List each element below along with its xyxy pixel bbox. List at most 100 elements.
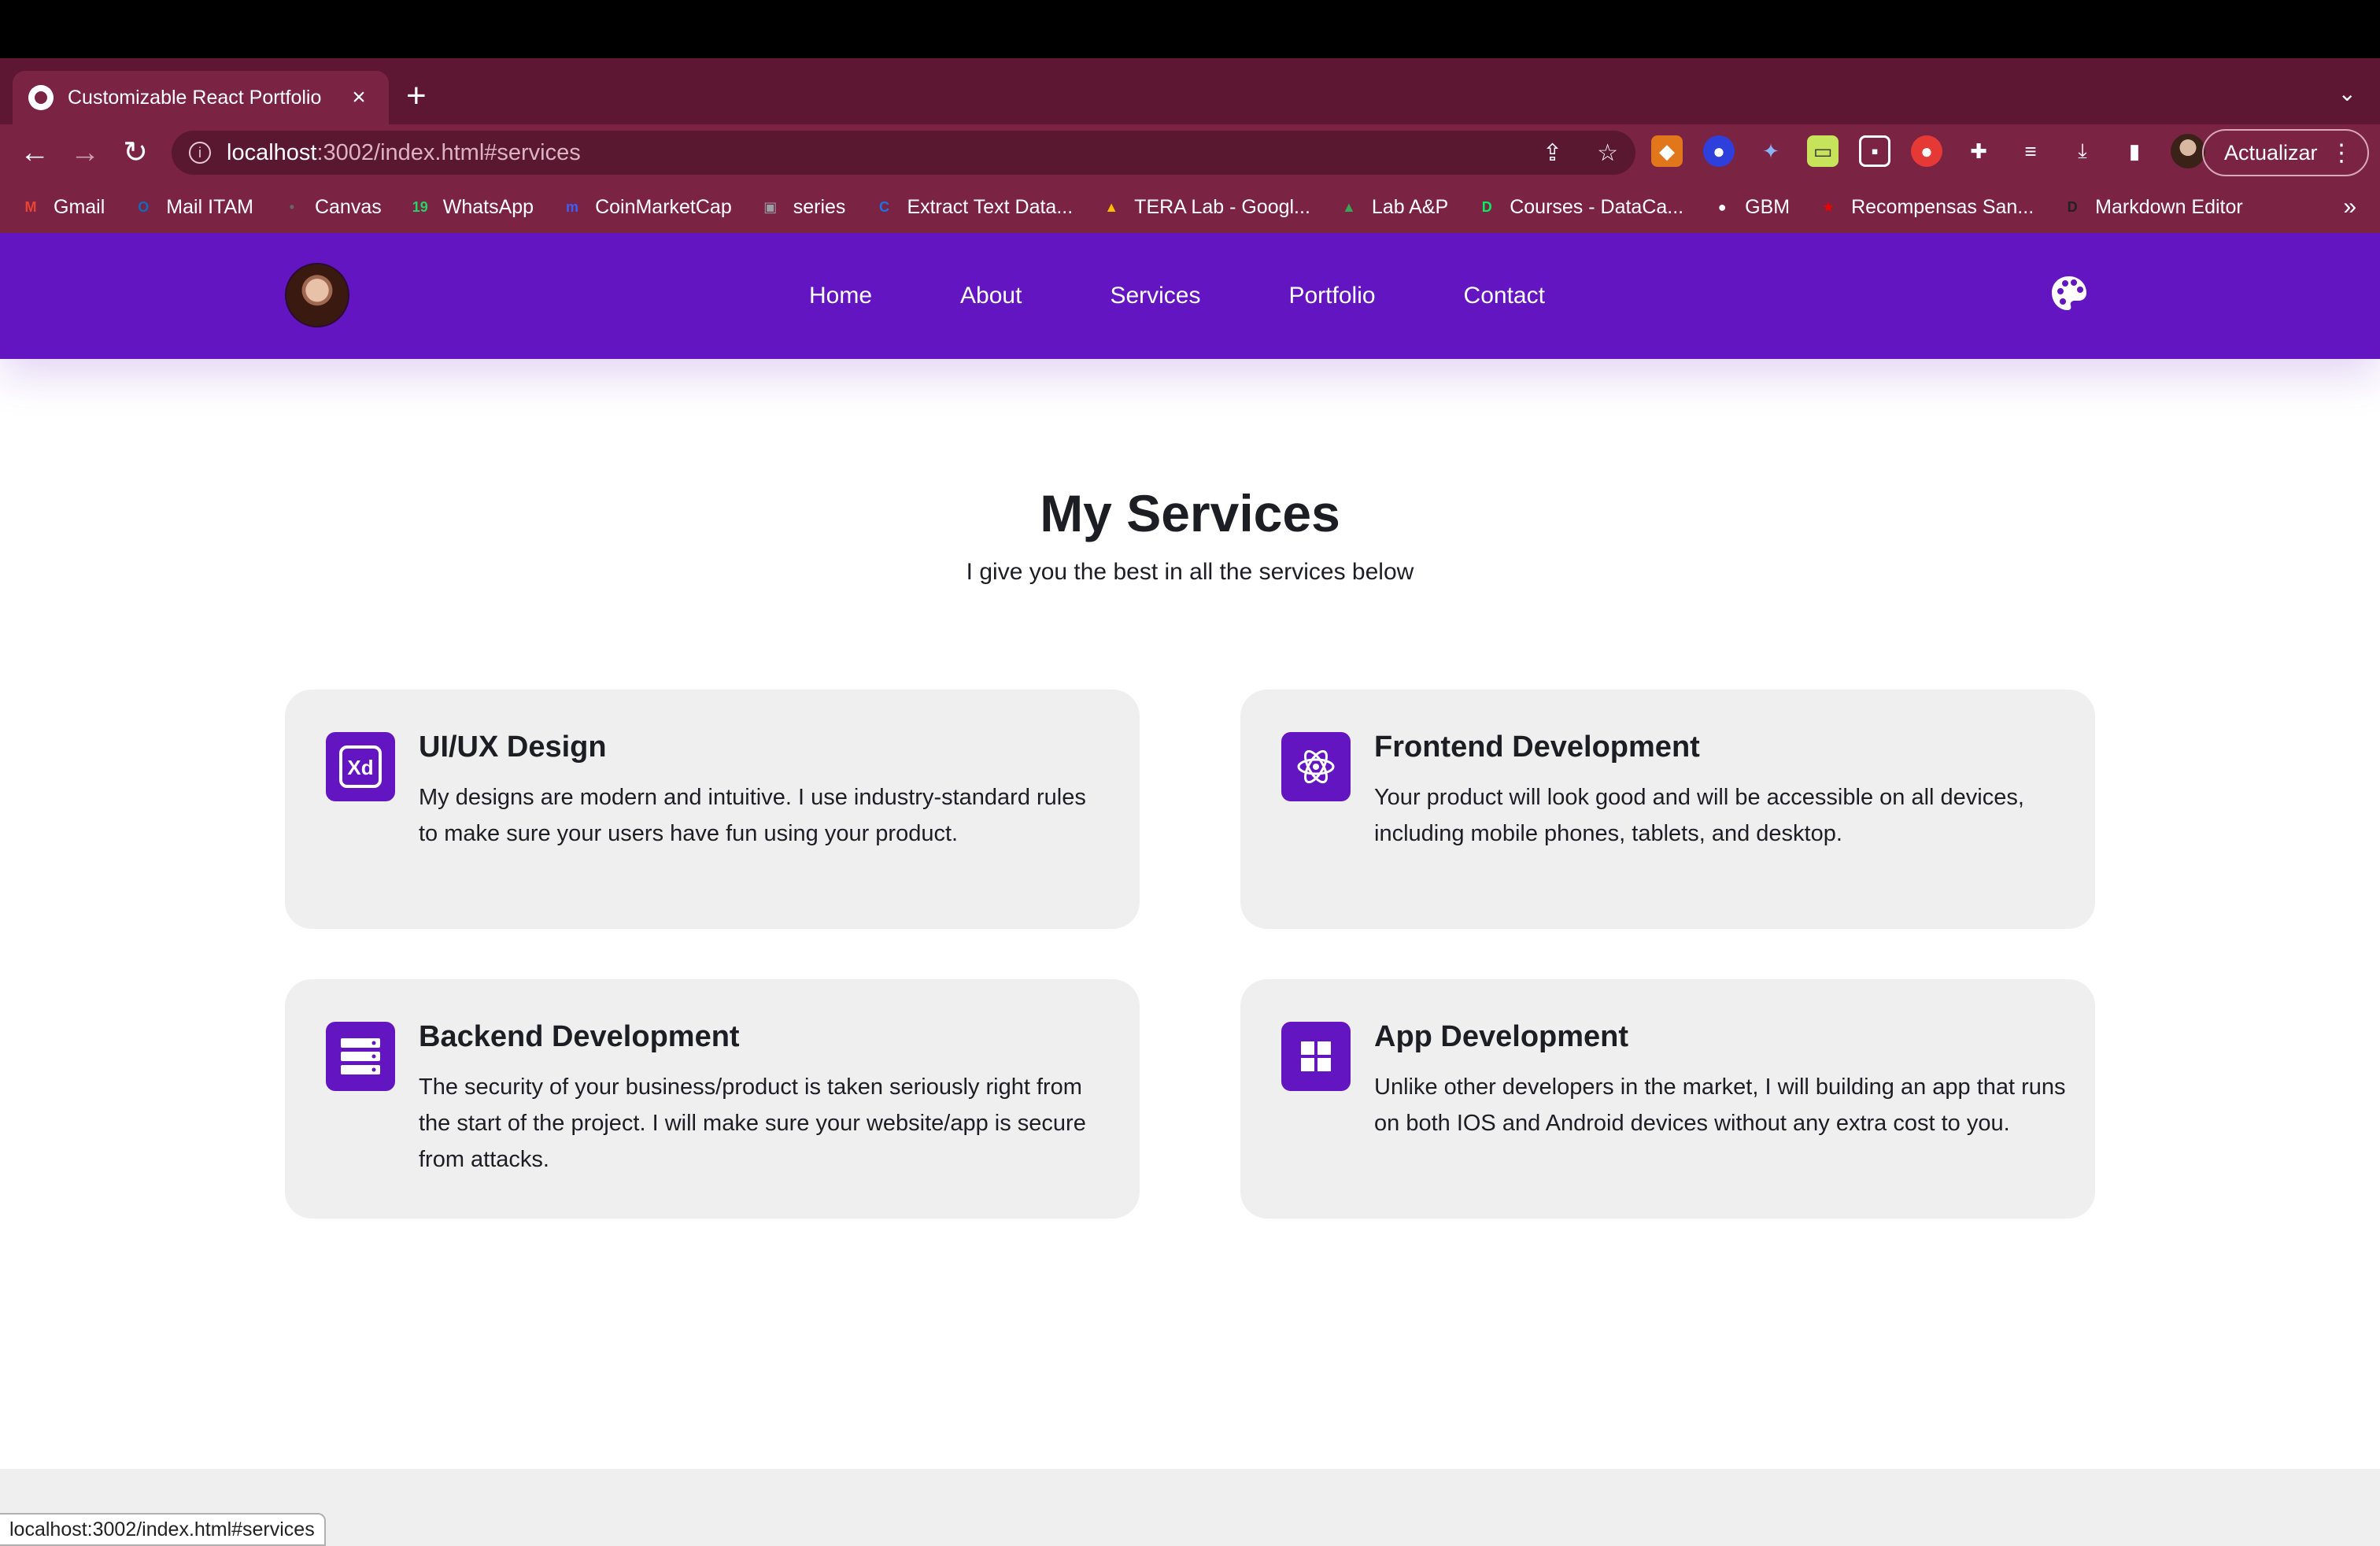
nav-portfolio[interactable]: Portfolio: [1288, 274, 1375, 318]
bookmark-label: TERA Lab - Googl...: [1134, 195, 1310, 218]
bookmark-favicon-icon: ▲: [1104, 199, 1119, 215]
tab-title: Customizable React Portfolio: [68, 86, 322, 109]
new-tab-button[interactable]: +: [406, 76, 427, 117]
bookmark-item[interactable]: D Courses - DataCa...: [1475, 195, 1683, 219]
extensions-area: ◆ ● ✦ ▭ ▪ ● ✚ ≡ ⤓ ▮: [1651, 134, 2205, 168]
theme-palette-icon[interactable]: [2049, 274, 2089, 313]
bookmark-favicon-icon: m: [566, 199, 579, 215]
svg-text:Xd: Xd: [347, 756, 373, 779]
service-description: The security of your business/product is…: [419, 1074, 1086, 1172]
more-menu-icon[interactable]: ⋮: [2330, 139, 2353, 167]
bookmark-label: Courses - DataCa...: [1510, 195, 1684, 218]
bookmark-item[interactable]: 19 WhatsApp: [408, 195, 534, 219]
service-card-backend: Backend Development The security of your…: [285, 979, 1140, 1219]
extension-red-icon[interactable]: ●: [1911, 135, 1942, 167]
bookmark-item[interactable]: ▲ Lab A&P: [1337, 195, 1448, 219]
bookmark-item[interactable]: O Mail ITAM: [131, 195, 253, 219]
profile-avatar[interactable]: [2171, 134, 2205, 168]
bookmark-label: CoinMarketCap: [595, 195, 732, 218]
service-description: My designs are modern and intuitive. I u…: [419, 785, 1086, 846]
apps-grid-icon: [1281, 1022, 1351, 1091]
bookmark-item[interactable]: m CoinMarketCap: [560, 195, 732, 219]
bookmark-label: series: [793, 195, 846, 218]
bookmark-label: Markdown Editor: [2095, 195, 2243, 218]
service-title: Frontend Development: [1374, 730, 1700, 764]
adobe-xd-icon: Xd: [326, 732, 395, 801]
bookmark-favicon-icon: D: [1481, 199, 1492, 215]
bookmark-favicon-icon: O: [138, 199, 150, 215]
services-subtitle: I give you the best in all the services …: [966, 559, 1414, 585]
bookmark-item[interactable]: ▲ TERA Lab - Googl...: [1099, 195, 1310, 219]
side-panel-icon[interactable]: ▮: [2119, 135, 2150, 167]
metamask-extension-icon[interactable]: ◆: [1651, 135, 1683, 167]
reload-icon[interactable]: ↻: [115, 132, 156, 173]
nav-contact[interactable]: Contact: [1464, 274, 1545, 318]
url-host: localhost: [227, 139, 317, 165]
bookmarks-overflow-button[interactable]: »: [2343, 194, 2356, 220]
bookmark-favicon-icon: ▣: [763, 199, 778, 215]
extension-blue-icon[interactable]: ●: [1703, 135, 1735, 167]
extension-chat-icon[interactable]: ▭: [1807, 135, 1839, 167]
bookmark-label: Recompensas San...: [1851, 195, 2034, 218]
link-status-bubble: localhost:3002/index.html#services: [0, 1513, 326, 1546]
bookmark-item[interactable]: ▣ series: [759, 195, 846, 219]
bookmark-item[interactable]: • Canvas: [280, 195, 382, 219]
download-icon[interactable]: ⤓: [2067, 135, 2098, 167]
bookmark-label: Lab A&P: [1371, 195, 1449, 218]
site-info-icon[interactable]: i: [189, 142, 211, 164]
site-navbar: Home About Services Portfolio Contact: [0, 233, 2380, 359]
bookmark-favicon-icon: C: [878, 199, 889, 215]
forward-arrow-icon[interactable]: →: [65, 132, 105, 173]
service-title: Backend Development: [419, 1020, 740, 1053]
url-path: :3002/index.html#services: [316, 139, 581, 165]
bookmark-item[interactable]: M Gmail: [19, 195, 105, 219]
puzzle-extensions-icon[interactable]: ✚: [1963, 135, 1994, 167]
bookmark-favicon-icon: M: [24, 199, 37, 215]
bookmark-item[interactable]: ● GBM: [1710, 195, 1790, 219]
media-queue-icon[interactable]: ≡: [2015, 135, 2046, 167]
address-bar[interactable]: i localhost :3002/index.html#services ⇪ …: [172, 131, 1635, 175]
service-card-frontend: Frontend Development Your product will l…: [1240, 690, 2095, 929]
tab-strip: Customizable React Portfolio × + ⌄: [0, 58, 2380, 124]
bookmark-label: Extract Text Data...: [907, 195, 1074, 218]
bookmark-favicon-icon: ●: [1717, 199, 1727, 215]
browser-toolbar: ← → ↻ i localhost :3002/index.html#servi…: [0, 124, 2380, 181]
update-label: Actualizar: [2224, 140, 2318, 165]
bookmark-favicon-icon: 19: [412, 199, 428, 215]
bookmark-label: Canvas: [314, 195, 382, 218]
screen-top-bar: [0, 0, 2380, 58]
bookmark-favicon-icon: D: [2067, 199, 2078, 215]
service-description: Unlike other developers in the market, I…: [1374, 1074, 2066, 1136]
service-description: Your product will look good and will be …: [1374, 785, 2024, 846]
services-title: My Services: [1040, 484, 1340, 542]
update-button[interactable]: Actualizar ⋮: [2202, 129, 2369, 176]
bookmarks-bar: M Gmail O Mail ITAM • Canvas 19 WhatsApp m CoinMa…: [0, 181, 2380, 233]
tab-close-button[interactable]: ×: [345, 84, 373, 111]
nav-about[interactable]: About: [960, 274, 1022, 318]
active-tab[interactable]: Customizable React Portfolio ×: [13, 71, 389, 124]
nav-services[interactable]: Services: [1110, 274, 1200, 318]
bookmark-favicon-icon: •: [289, 199, 295, 215]
globe-icon: [28, 85, 54, 110]
bookmark-item[interactable]: D Markdown Editor: [2060, 195, 2243, 219]
share-icon[interactable]: ⇪: [1543, 139, 1562, 167]
bookmark-star-icon[interactable]: ☆: [1597, 139, 1618, 167]
webpage: Home About Services Portfolio Contact My…: [0, 233, 2380, 1546]
main-menu: Home About Services Portfolio Contact: [809, 274, 1545, 318]
nav-home[interactable]: Home: [809, 274, 872, 318]
extension-pin-icon[interactable]: ✦: [1755, 135, 1787, 167]
back-arrow-icon[interactable]: ←: [14, 132, 55, 173]
tab-search-chevron-icon[interactable]: ⌄: [2338, 80, 2356, 106]
logo-avatar[interactable]: [285, 263, 349, 327]
service-title: App Development: [1374, 1020, 1629, 1053]
bookmark-item[interactable]: ★ Recompensas San...: [1816, 195, 2034, 219]
bookmark-label: Gmail: [54, 195, 105, 218]
bookmark-item[interactable]: C Extract Text Data...: [872, 195, 1073, 219]
react-atom-icon: [1281, 732, 1351, 801]
bookmark-label: WhatsApp: [442, 195, 534, 218]
service-card-uiux: Xd UI/UX Design My designs are modern an…: [285, 690, 1140, 929]
service-card-app: App Development Unlike other developers …: [1240, 979, 2095, 1219]
bookmark-label: GBM: [1745, 195, 1791, 218]
extension-window-icon[interactable]: ▪: [1859, 135, 1890, 167]
bookmark-favicon-icon: ▲: [1341, 199, 1356, 215]
